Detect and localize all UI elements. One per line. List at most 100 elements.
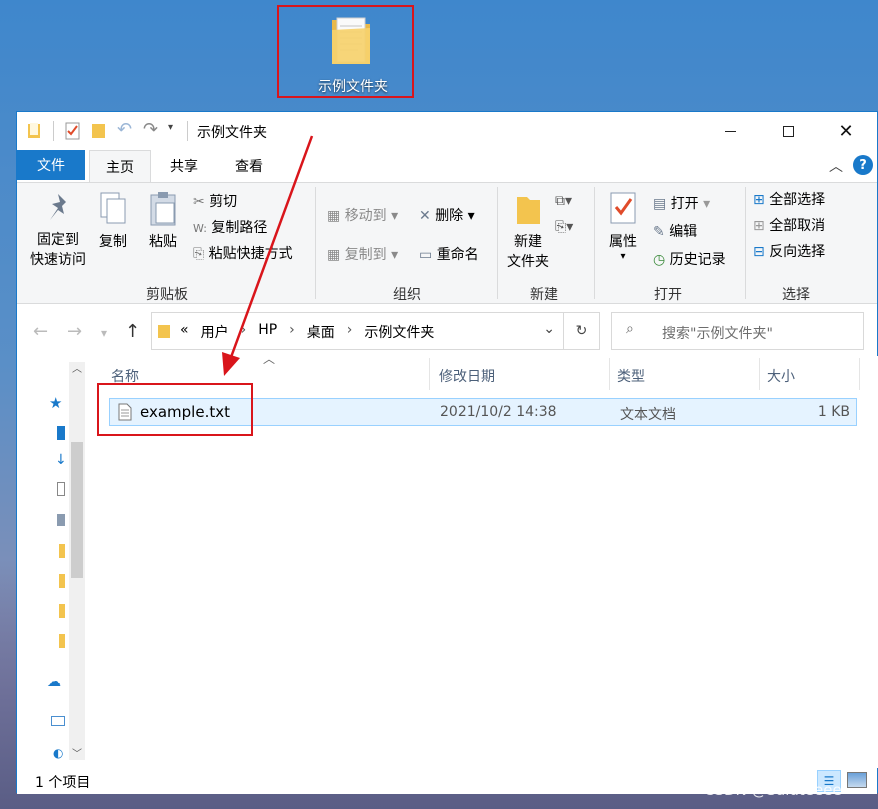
cut-button[interactable]: ✂ 剪切: [193, 191, 237, 211]
history-button[interactable]: ◷ 历史记录: [653, 249, 726, 269]
cut-label: 剪切: [209, 194, 238, 210]
desktop-folder-item[interactable]: 示例文件夹: [298, 10, 408, 98]
new-folder-button[interactable]: 新建 文件夹: [503, 191, 553, 271]
network-icon[interactable]: ◐: [53, 746, 63, 760]
new-item-icon: ⧉▾: [555, 193, 573, 209]
close-button[interactable]: ✕: [817, 112, 875, 150]
folder-icon: [158, 325, 170, 338]
folder-nav-icon[interactable]: [59, 574, 65, 588]
invert-selection-button[interactable]: ⊟ 反向选择: [753, 241, 825, 261]
nav-scrollbar[interactable]: ︿ ﹀: [69, 362, 85, 760]
copy-path-icon: W:: [193, 222, 207, 235]
delete-button[interactable]: ✕ 删除 ▾: [419, 205, 475, 225]
downloads-nav-icon[interactable]: ↓: [55, 452, 67, 468]
redo-icon[interactable]: ↷: [143, 119, 158, 140]
scissors-icon: ✂: [193, 194, 205, 210]
pictures-nav-icon[interactable]: [57, 514, 65, 526]
new-folder-label-2: 文件夹: [507, 254, 549, 270]
column-header-type[interactable]: 类型: [617, 366, 645, 386]
copy-to-button[interactable]: ▦ 复制到 ▾: [327, 244, 398, 264]
copy-label: 复制: [99, 234, 127, 250]
select-all-button[interactable]: ⊞ 全部选择: [753, 189, 825, 209]
minimize-button[interactable]: [701, 112, 759, 150]
ribbon: 固定到 快速访问 复制 粘贴 ✂ 剪切 W: 复制路径 ⎘ 粘贴快捷方式 剪贴板…: [17, 182, 877, 304]
tab-share[interactable]: 共享: [155, 150, 213, 181]
tab-file[interactable]: 文件: [17, 150, 85, 180]
paste-button[interactable]: 粘贴: [143, 191, 183, 251]
column-header-modified[interactable]: 修改日期: [439, 366, 495, 386]
folder-icon: [28, 123, 40, 138]
new-item-button[interactable]: ⧉▾: [555, 193, 572, 209]
breadcrumb-prefix[interactable]: «: [180, 322, 189, 342]
easy-access-button[interactable]: ⎘▾: [555, 219, 573, 235]
scroll-up-icon[interactable]: ︿: [72, 360, 82, 375]
forward-arrow-icon[interactable]: →: [67, 321, 82, 342]
copy-to-label: 复制到: [344, 247, 387, 263]
folder-nav-icon[interactable]: [59, 604, 65, 618]
close-icon: ✕: [838, 120, 854, 142]
move-to-button[interactable]: ▦ 移动到 ▾: [327, 205, 398, 225]
delete-icon: ✕: [419, 208, 431, 224]
chevron-down-icon[interactable]: ⌄: [543, 321, 555, 337]
history-icon: ◷: [653, 252, 666, 268]
customize-toolbar-icon[interactable]: ▾: [168, 122, 173, 133]
copy-to-icon: ▦: [327, 247, 341, 263]
history-label: 历史记录: [669, 252, 726, 268]
onedrive-icon[interactable]: ☁: [47, 674, 61, 690]
properties-button[interactable]: 属性 ▾: [603, 191, 643, 262]
new-folder-icon[interactable]: [91, 122, 107, 140]
address-bar[interactable]: « 用户 › HP › 桌面 › 示例文件夹 ⌄: [151, 312, 564, 350]
paste-shortcut-button[interactable]: ⎘ 粘贴快捷方式: [193, 243, 293, 263]
watermark: CSDN @Saluteeee: [704, 781, 842, 799]
pin-quick-access-button[interactable]: 固定到 快速访问: [25, 191, 91, 269]
search-icon: ⌕: [626, 321, 634, 337]
pin-icon: [50, 194, 66, 220]
breadcrumb-current-folder[interactable]: 示例文件夹: [364, 322, 434, 342]
scroll-down-icon[interactable]: ﹀: [72, 745, 82, 760]
tab-view[interactable]: 查看: [217, 150, 281, 181]
help-icon[interactable]: ?: [853, 155, 873, 175]
breadcrumb-desktop[interactable]: 桌面: [307, 322, 335, 342]
minimize-icon: [724, 130, 736, 132]
rename-button[interactable]: ▭ 重命名: [419, 244, 479, 264]
select-none-button[interactable]: ⊞ 全部取消: [753, 215, 825, 235]
tab-home[interactable]: 主页: [89, 150, 151, 183]
organize-group-label: 组织: [393, 287, 421, 303]
scroll-thumb[interactable]: [71, 442, 83, 578]
maximize-button[interactable]: [759, 112, 817, 150]
open-button[interactable]: ▤ 打开 ▾: [653, 193, 710, 213]
breadcrumb-users[interactable]: 用户: [201, 322, 229, 342]
open-label: 打开: [670, 196, 699, 212]
edit-button[interactable]: ✎ 编辑: [653, 221, 697, 241]
properties-icon[interactable]: [65, 122, 81, 140]
table-row[interactable]: example.txt 2021/10/2 14:38 文本文档 1 KB: [109, 398, 857, 426]
invert-selection-icon: ⊟: [753, 244, 765, 260]
refresh-button[interactable]: ↻: [564, 312, 600, 350]
select-all-icon: ⊞: [753, 192, 765, 208]
title-bar: ↶ ↷ ▾ 示例文件夹 ✕: [17, 112, 877, 150]
this-pc-icon[interactable]: [51, 716, 65, 726]
search-input[interactable]: ⌕ 搜索"示例文件夹": [611, 312, 864, 350]
copy-path-button[interactable]: W: 复制路径: [193, 217, 267, 237]
file-list: ︿ 名称 修改日期 类型 大小 example.txt 2021/10/2 14…: [95, 352, 878, 768]
quick-access-star-icon[interactable]: ★: [49, 394, 62, 412]
delete-label: 删除: [435, 208, 464, 224]
back-arrow-icon[interactable]: ←: [33, 321, 48, 342]
folder-nav-icon[interactable]: [59, 544, 65, 558]
column-header-name[interactable]: 名称: [111, 366, 139, 386]
breadcrumb-hp[interactable]: HP: [258, 322, 277, 342]
folder-nav-icon[interactable]: [59, 634, 65, 648]
column-header-size[interactable]: 大小: [767, 366, 795, 386]
large-icons-view-icon[interactable]: [847, 772, 867, 788]
undo-icon[interactable]: ↶: [117, 119, 132, 140]
copy-button[interactable]: 复制: [95, 191, 131, 251]
up-arrow-icon[interactable]: ↑: [125, 321, 140, 342]
desktop-nav-icon[interactable]: [57, 426, 65, 440]
documents-nav-icon[interactable]: [57, 482, 65, 496]
window-title: 示例文件夹: [197, 125, 267, 141]
invert-selection-label: 反向选择: [769, 244, 826, 260]
recent-locations-icon[interactable]: ▾: [101, 326, 107, 340]
collapse-ribbon-icon[interactable]: ︿: [829, 156, 843, 176]
paste-icon: [150, 192, 176, 226]
file-name[interactable]: example.txt: [140, 403, 230, 421]
